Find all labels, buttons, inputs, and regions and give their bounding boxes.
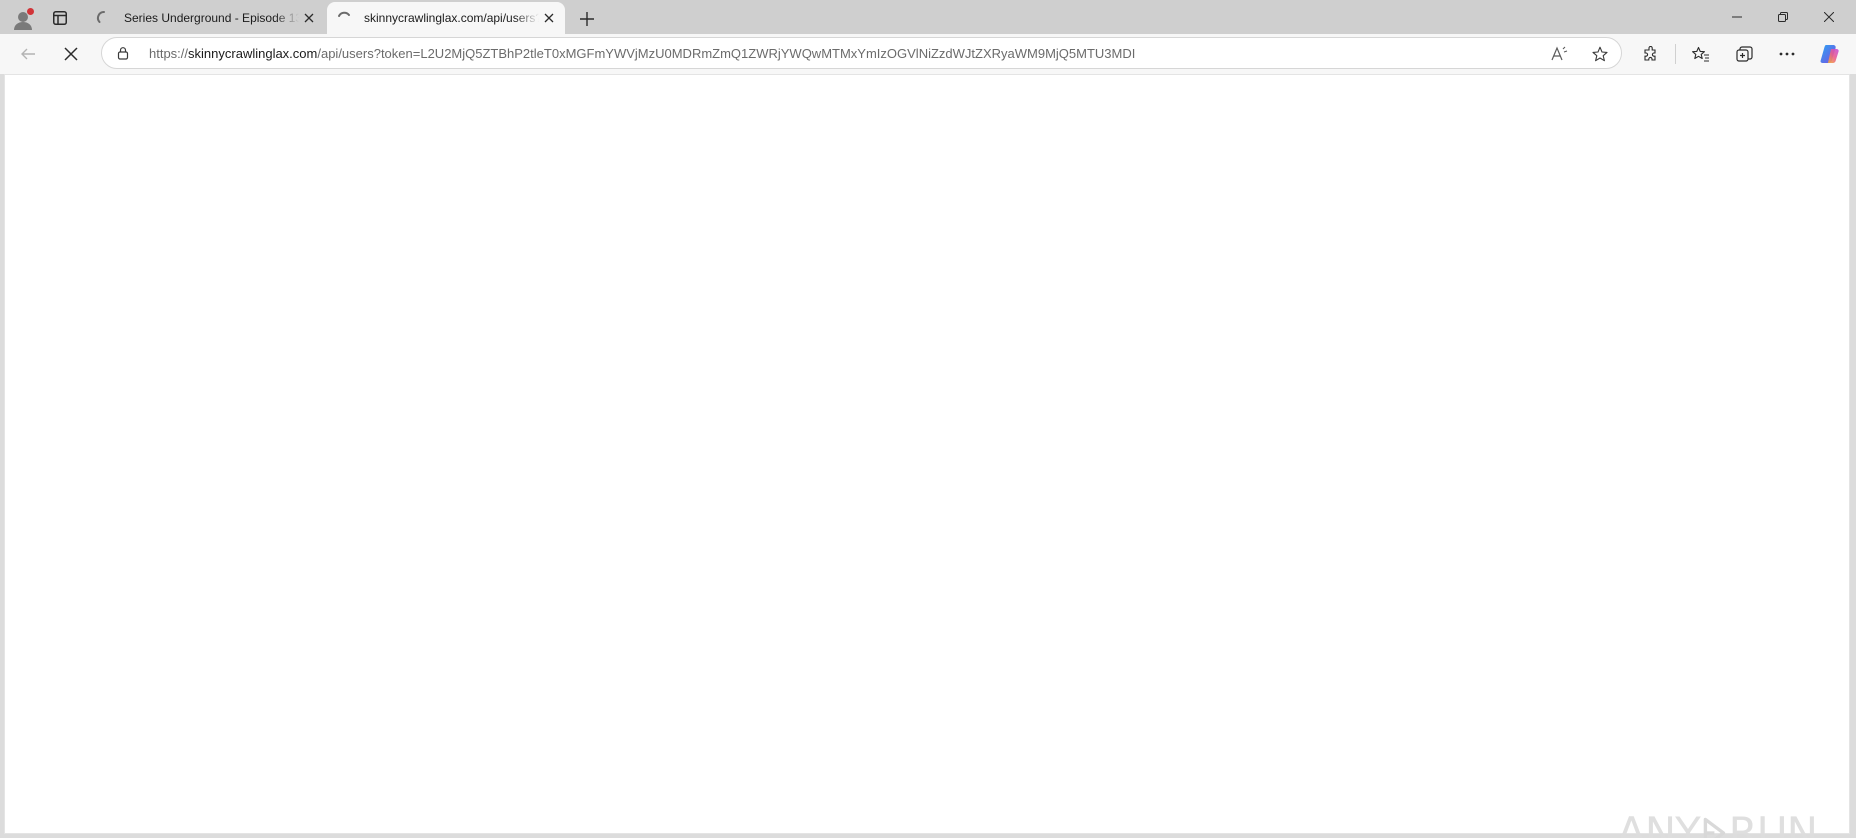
read-aloud-button[interactable] <box>1547 42 1573 66</box>
restore-button[interactable] <box>1760 0 1806 34</box>
anyrun-watermark: ANY RUN <box>1617 801 1818 838</box>
url-path: /api/users?token=L2U2MjQ5ZTBhP2tleT0xMGF… <box>317 46 1136 61</box>
back-arrow-icon <box>21 48 35 60</box>
close-icon[interactable] <box>539 8 559 28</box>
close-icon <box>1824 12 1834 22</box>
profile-button[interactable] <box>8 5 36 33</box>
more-options-button[interactable] <box>1771 38 1803 70</box>
url-host: skinnycrawlinglax.com <box>188 46 318 61</box>
watermark-left-text: ANY <box>1617 808 1701 838</box>
toolbar-divider <box>1675 44 1676 64</box>
restore-icon <box>1778 12 1788 22</box>
star-icon <box>1592 46 1608 62</box>
favorites-button[interactable] <box>1685 38 1717 70</box>
extensions-button[interactable] <box>1635 38 1667 70</box>
more-icon <box>1779 52 1795 56</box>
tab-actions-icon <box>53 11 67 25</box>
minimize-icon <box>1732 16 1742 18</box>
tab-strip: Series Underground - Episode 13 skinnycr… <box>0 0 1856 34</box>
favorite-button[interactable] <box>1587 42 1613 66</box>
favorites-list-icon <box>1692 46 1709 62</box>
back-button[interactable] <box>12 38 44 70</box>
url-text[interactable]: https://skinnycrawlinglax.com/api/users?… <box>149 46 1135 61</box>
tab-title: skinnycrawlinglax.com/api/users? <box>364 11 539 25</box>
spinner-icon <box>338 11 350 17</box>
lock-icon <box>117 47 129 60</box>
minimize-button[interactable] <box>1714 0 1760 34</box>
copilot-button[interactable] <box>1814 38 1846 70</box>
watermark-right-text: RUN <box>1728 808 1818 838</box>
stop-loading-button[interactable] <box>55 38 87 70</box>
stop-icon <box>64 47 78 61</box>
play-logo-icon <box>1703 817 1725 838</box>
plus-icon <box>580 12 594 26</box>
extensions-icon <box>1644 46 1656 61</box>
collections-button[interactable] <box>1728 38 1760 70</box>
close-icon[interactable] <box>299 8 319 28</box>
read-aloud-icon <box>1551 46 1568 61</box>
page-content: ANY RUN <box>4 74 1850 838</box>
close-window-button[interactable] <box>1806 0 1852 34</box>
new-tab-button[interactable] <box>574 6 600 32</box>
browser-window: Series Underground - Episode 13 skinnycr… <box>0 0 1856 838</box>
tab-series-underground[interactable]: Series Underground - Episode 13 <box>87 2 325 34</box>
tab-title: Series Underground - Episode 13 <box>124 11 299 25</box>
url-scheme: https:// <box>149 46 189 61</box>
spinner-icon <box>96 10 105 23</box>
collections-icon <box>1735 45 1753 62</box>
copilot-icon <box>1820 45 1839 63</box>
tab-actions-button[interactable] <box>46 5 74 31</box>
notification-dot <box>27 8 34 15</box>
navigation-toolbar: https://skinnycrawlinglax.com/api/users?… <box>0 34 1856 74</box>
tab-skinnycrawlinglax[interactable]: skinnycrawlinglax.com/api/users? <box>327 2 565 34</box>
address-bar[interactable]: https://skinnycrawlinglax.com/api/users?… <box>101 37 1622 69</box>
